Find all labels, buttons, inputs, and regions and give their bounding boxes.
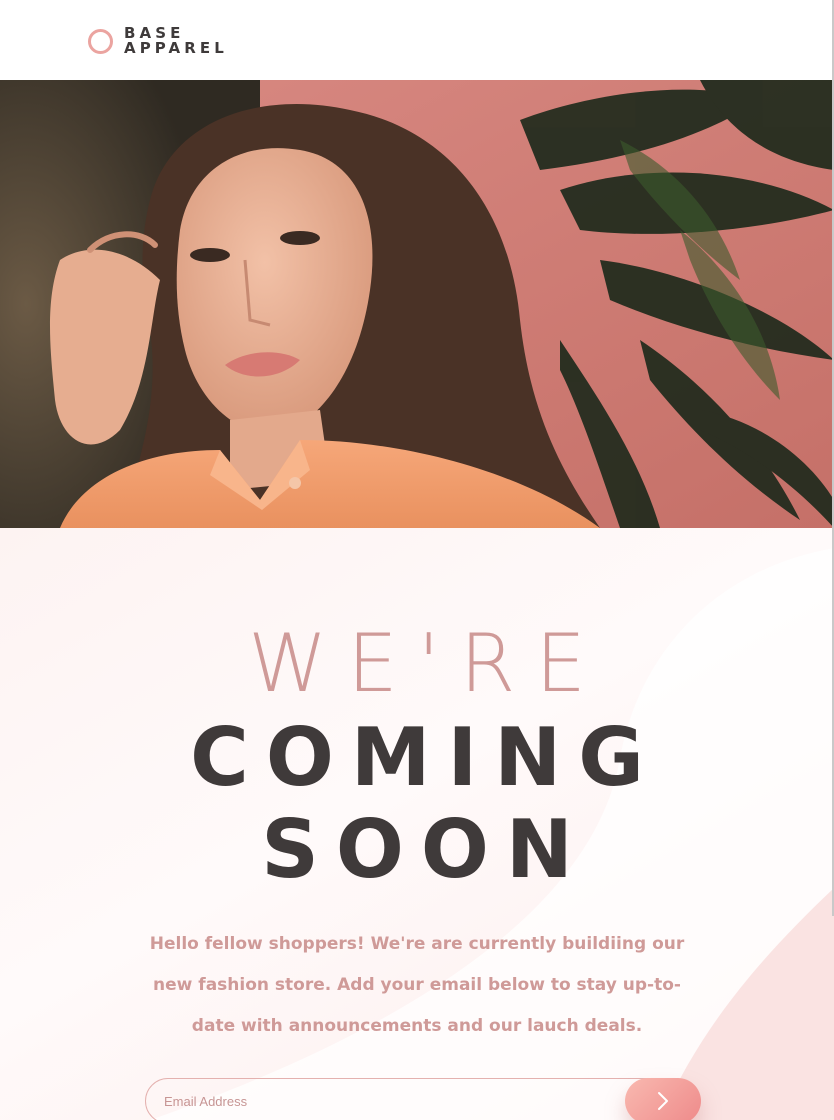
logo-ring-icon <box>88 28 113 54</box>
submit-button[interactable] <box>625 1078 701 1120</box>
coming-soon-page: BASE APPAREL WE'RE COMING SOON Hello fel… <box>0 0 834 1120</box>
logo-line-apparel: APPAREL <box>124 39 228 57</box>
site-header: BASE APPAREL <box>0 0 834 80</box>
headline-were: WE'RE <box>248 617 606 710</box>
email-input[interactable] <box>145 1078 685 1120</box>
chevron-right-icon <box>658 1092 668 1110</box>
coming-soon-section: WE'RE COMING SOON Hello fellow shoppers!… <box>0 528 834 1120</box>
intro-description: Hello fellow shoppers! We're are current… <box>149 934 685 1036</box>
subscribe-form <box>145 1078 701 1120</box>
logo-wordmark: BASE APPAREL <box>124 26 228 56</box>
headline-coming: COMING <box>190 711 661 804</box>
brand-logo[interactable]: BASE APPAREL <box>88 24 228 58</box>
headline-soon: SOON <box>261 803 590 896</box>
hero-image <box>0 80 834 528</box>
hero-photo <box>0 80 834 528</box>
